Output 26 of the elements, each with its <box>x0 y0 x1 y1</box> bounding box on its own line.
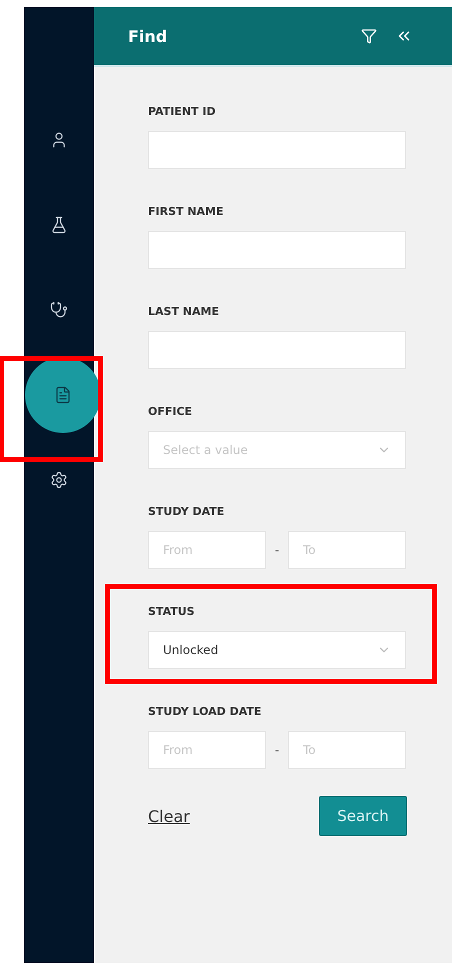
clear-link[interactable]: Clear <box>148 806 190 826</box>
stethoscope-icon <box>50 301 68 319</box>
field-label: STUDY DATE <box>148 505 226 518</box>
settings-icon <box>50 471 68 489</box>
filter-button[interactable] <box>361 28 377 44</box>
input-field[interactable] <box>148 331 406 369</box>
range-separator: - <box>274 543 280 557</box>
date-to-field[interactable]: To <box>288 531 406 569</box>
input-field[interactable] <box>148 231 406 269</box>
document-icon <box>54 386 72 404</box>
field-label: PATIENT ID <box>148 105 217 118</box>
input-field[interactable] <box>148 131 406 169</box>
range-separator: - <box>274 743 280 757</box>
filter-icon <box>361 28 377 44</box>
flask-icon <box>50 216 68 234</box>
field-label: STUDY LOAD DATE <box>148 705 262 718</box>
panel-title: Find <box>128 26 168 46</box>
select-field[interactable]: Unlocked <box>148 631 406 669</box>
field-label: LAST NAME <box>148 305 220 318</box>
field-label: FIRST NAME <box>148 205 225 218</box>
field-label: OFFICE <box>148 405 194 418</box>
field-label: STATUS <box>148 605 196 618</box>
date-to-field[interactable]: To <box>288 731 406 769</box>
date-from-field[interactable]: From <box>148 531 266 569</box>
person-icon <box>50 131 68 149</box>
date-from-field[interactable]: From <box>148 731 266 769</box>
